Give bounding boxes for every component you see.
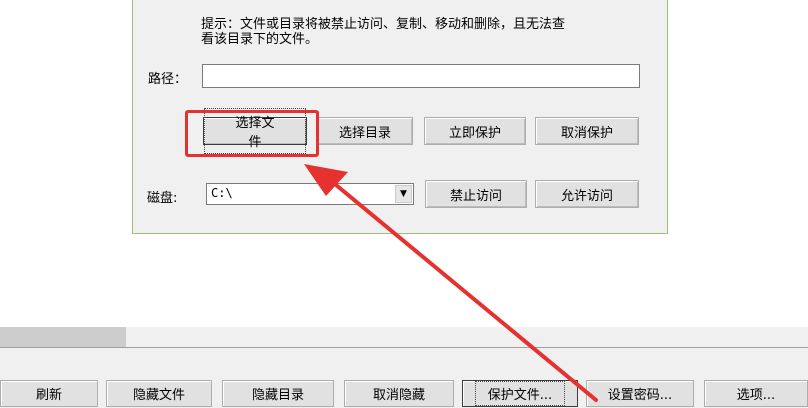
tip-text: 提示：文件或目录将被禁止访问、复制、移动和删除，且无法查 看该目录下的文件。 — [201, 17, 641, 47]
refresh-button[interactable]: 刷新 — [0, 380, 98, 407]
select-file-highlight — [185, 110, 319, 157]
set-password-button[interactable]: 设置密码... — [586, 380, 694, 407]
allow-access-button[interactable]: 允许访问 — [535, 180, 639, 208]
scrollbar-thumb[interactable] — [0, 327, 126, 347]
hide-directory-button[interactable]: 隐藏目录 — [222, 380, 334, 407]
horizontal-scrollbar[interactable] — [0, 327, 808, 347]
forbid-access-button[interactable]: 禁止访问 — [425, 180, 527, 208]
bottom-toolbar: 刷新 隐藏文件 隐藏目录 取消隐藏 保护文件... 设置密码... 选项... — [0, 347, 808, 408]
hide-file-button[interactable]: 隐藏文件 — [106, 380, 212, 407]
disk-select[interactable]: C:\ ▼ — [206, 183, 414, 205]
path-label: 路径： — [148, 72, 188, 87]
protect-file-label: 保护文件... — [474, 381, 566, 406]
select-directory-button[interactable]: 选择目录 — [317, 117, 413, 145]
protect-file-button[interactable]: 保护文件... — [462, 380, 578, 407]
tip-line-1: 提示：文件或目录将被禁止访问、复制、移动和删除，且无法查 — [201, 17, 566, 32]
options-button[interactable]: 选项... — [704, 380, 808, 407]
tip-line-2: 看该目录下的文件。 — [201, 32, 319, 47]
disk-label: 磁盘: — [147, 191, 178, 206]
cancel-protect-button[interactable]: 取消保护 — [535, 117, 639, 145]
chevron-down-icon[interactable]: ▼ — [395, 185, 412, 203]
path-input[interactable] — [202, 64, 640, 88]
disk-select-value: C:\ — [211, 186, 233, 200]
unhide-button[interactable]: 取消隐藏 — [344, 380, 454, 407]
protect-now-button[interactable]: 立即保护 — [424, 117, 526, 145]
